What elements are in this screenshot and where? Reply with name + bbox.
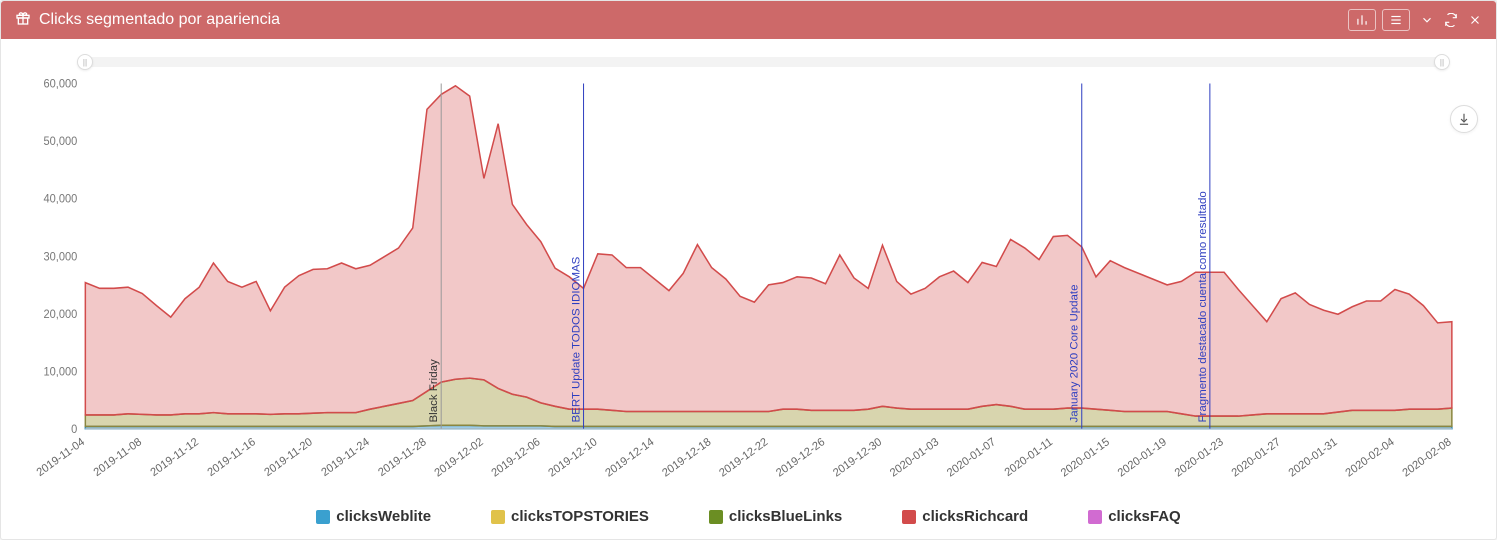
x-tick-label: 2019-11-12 [149,436,201,479]
panel-header: Clicks segmentado por apariencia [1,1,1496,39]
chart-area: 0 10,000 20,000 30,000 40,000 50,000 60,000 201… [15,73,1482,502]
annotation-label: Black Friday [428,359,440,423]
bar-chart-icon [1355,13,1369,27]
y-tick-label: 20,000 [44,309,78,321]
legend-label: clicksWeblite [336,508,431,525]
y-tick-label: 60,000 [44,78,78,90]
x-tick-label: 2019-12-26 [774,436,827,480]
annotation-label: Fragmento destacado cuenta como resultad… [1197,191,1209,422]
x-tick-label: 2019-12-22 [717,436,770,480]
x-tick-label: 2019-11-28 [376,436,428,479]
legend-swatch [902,510,916,524]
legend-label: clicksRichcard [922,508,1028,525]
x-tick-label: 2019-11-08 [92,436,144,479]
x-tick-label: 2020-02-04 [1344,436,1397,480]
range-handle-left[interactable]: || [77,54,93,70]
x-tick-label: 2019-12-30 [831,436,884,480]
x-tick-label: 2019-12-02 [433,436,486,480]
legend-swatch [316,510,330,524]
x-tick-label: 2020-01-07 [945,436,998,480]
collapse-icon[interactable] [1420,13,1434,27]
y-tick-label: 30,000 [44,251,78,263]
legend-swatch [491,510,505,524]
legend-label: clicksFAQ [1108,508,1181,525]
legend-item-clicksbluelinks[interactable]: clicksBlueLinks [709,508,842,525]
x-tick-label: 2020-01-11 [1003,436,1055,479]
x-tick-label: 2019-12-18 [660,436,713,480]
legend-item-clicksweblite[interactable]: clicksWeblite [316,508,431,525]
close-icon[interactable] [1468,13,1482,27]
legend-swatch [709,510,723,524]
refresh-icon[interactable] [1444,13,1458,27]
legend-swatch [1088,510,1102,524]
range-handle-right[interactable]: || [1434,54,1450,70]
x-tick-label: 2019-12-06 [490,436,543,480]
x-tick-label: 2020-01-31 [1287,436,1340,480]
annotation-label: January 2020 Core Update [1069,284,1081,422]
x-tick-label: 2019-12-14 [603,436,656,480]
chart-view-button[interactable] [1348,9,1376,31]
chart-svg: 0 10,000 20,000 30,000 40,000 50,000 60,000 201… [15,73,1482,502]
panel-title: Clicks segmentado por apariencia [39,11,280,29]
x-tick-label: 2020-01-03 [888,436,941,480]
y-tick-label: 0 [71,424,77,436]
y-tick-label: 40,000 [44,194,78,206]
x-tick-label: 2019-11-16 [206,436,258,479]
gift-icon [15,10,31,31]
legend: clicksWeblite clicksTOPSTORIES clicksBlueL… [15,502,1482,529]
legend-label: clicksBlueLinks [729,508,842,525]
table-view-button[interactable] [1382,9,1410,31]
x-tick-label: 2019-11-20 [262,436,314,479]
legend-item-clicksrichcard[interactable]: clicksRichcard [902,508,1028,525]
x-tick-label: 2019-11-04 [35,436,87,479]
x-tick-label: 2020-01-19 [1116,436,1169,480]
x-tick-label: 2019-12-10 [546,436,599,480]
annotation-label: BERT Update TODOS IDIOMAS [571,257,583,423]
panel-controls [1348,9,1482,31]
y-tick-label: 50,000 [44,136,78,148]
y-tick-label: 10,000 [44,366,78,378]
x-tick-label: 2020-01-15 [1059,436,1112,480]
x-tick-label: 2020-02-08 [1401,436,1454,480]
range-scrollbar[interactable]: || || [85,57,1442,67]
x-tick-label: 2019-11-24 [319,436,371,479]
legend-label: clicksTOPSTORIES [511,508,649,525]
legend-item-clickstopstories[interactable]: clicksTOPSTORIES [491,508,649,525]
panel-title-wrap: Clicks segmentado por apariencia [15,10,280,31]
list-icon [1389,13,1403,27]
panel-body: || || 0 10,000 20,000 30,000 40,000 50,000 60,… [1,39,1496,539]
x-tick-label: 2020-01-27 [1230,436,1283,480]
chart-panel: Clicks segmentado por apariencia [0,0,1497,540]
legend-item-clicksfaq[interactable]: clicksFAQ [1088,508,1181,525]
panel-button-group [1348,9,1410,31]
x-tick-label: 2020-01-23 [1173,436,1226,480]
